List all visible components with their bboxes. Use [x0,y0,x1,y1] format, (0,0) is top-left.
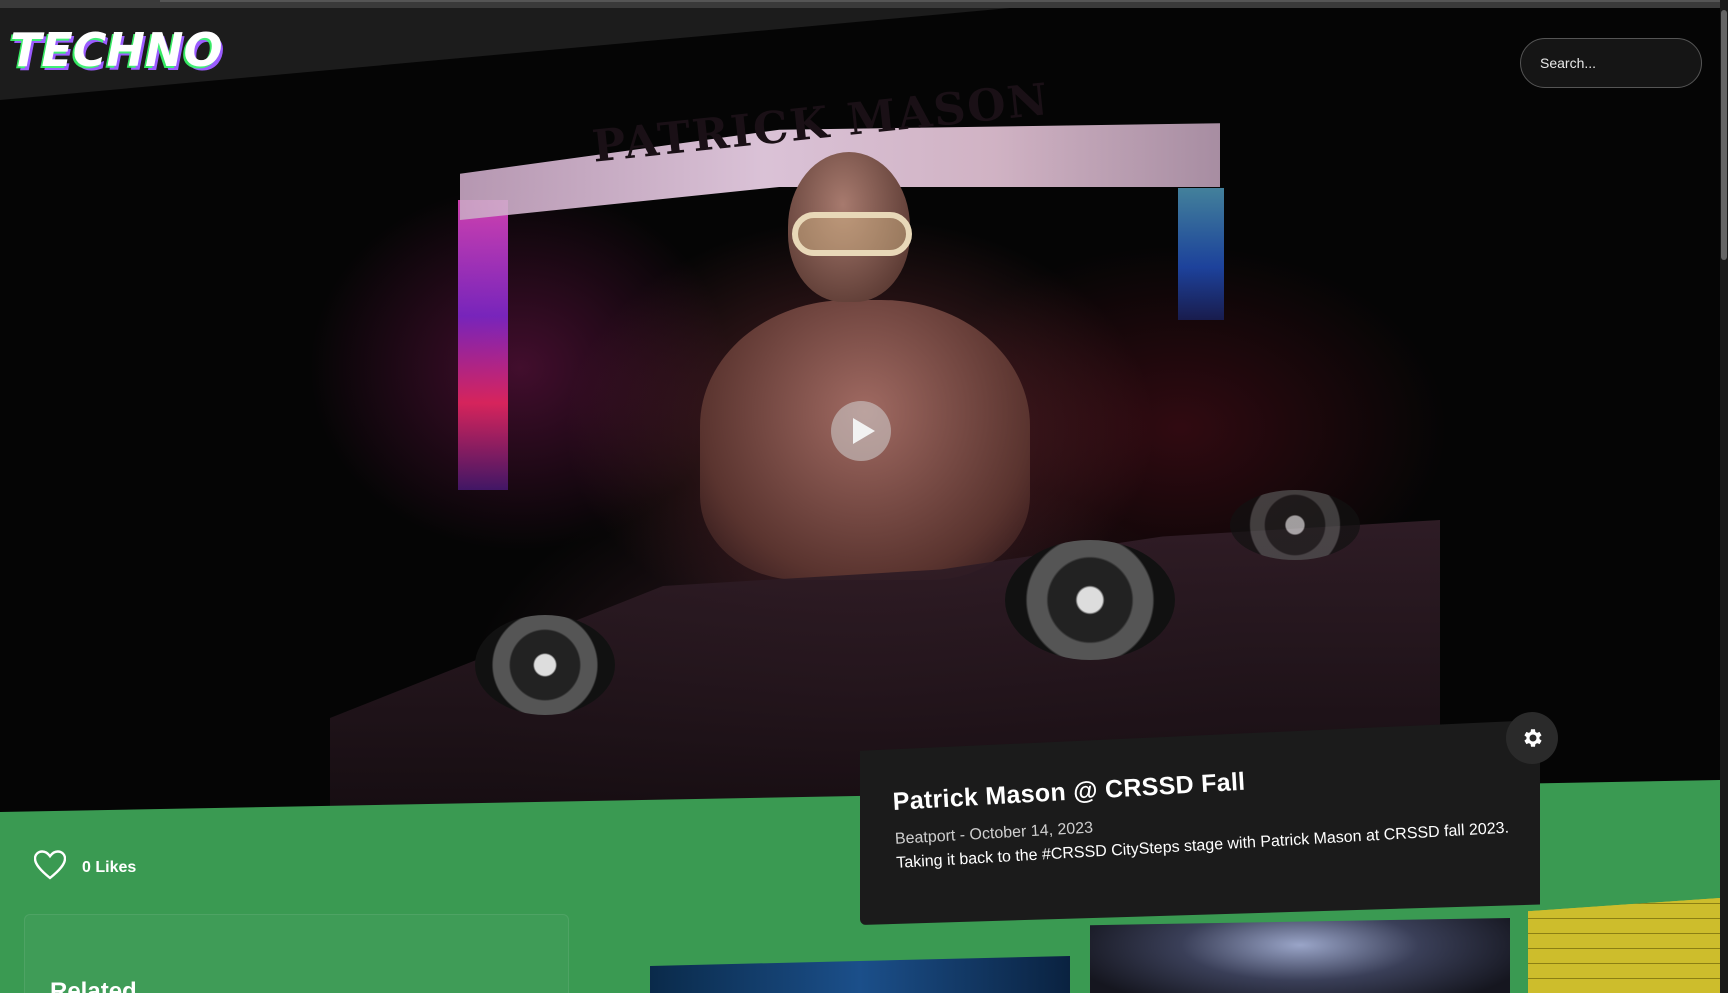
gear-icon [1524,729,1542,747]
jog-wheel-left [475,615,615,715]
dj-goggles [792,212,912,256]
led-screen-left [458,200,508,490]
related-thumbnail[interactable] [1528,898,1720,993]
page-scrollbar[interactable] [1720,0,1728,993]
logo-text: TECHNO [10,23,223,77]
heart-icon[interactable] [33,850,67,885]
search-box[interactable] [1520,38,1728,88]
related-thumbnail[interactable] [1090,918,1510,993]
likes-control[interactable]: 0 Likes [33,850,137,885]
led-screen-right [1178,188,1224,320]
scrollbar-thumb[interactable] [1721,10,1727,260]
related-title: Related [50,978,137,993]
jog-wheel-far-right [1230,490,1360,560]
site-logo[interactable]: TECHNO TECHNO TECHNO [8,22,225,84]
likes-count: 0 Likes [82,858,137,876]
jog-wheel-right [1005,540,1175,660]
search-input[interactable] [1540,55,1721,71]
play-icon [852,418,875,444]
settings-button[interactable] [1506,712,1558,764]
play-button[interactable] [831,401,891,461]
window-top-bar [0,0,1728,8]
